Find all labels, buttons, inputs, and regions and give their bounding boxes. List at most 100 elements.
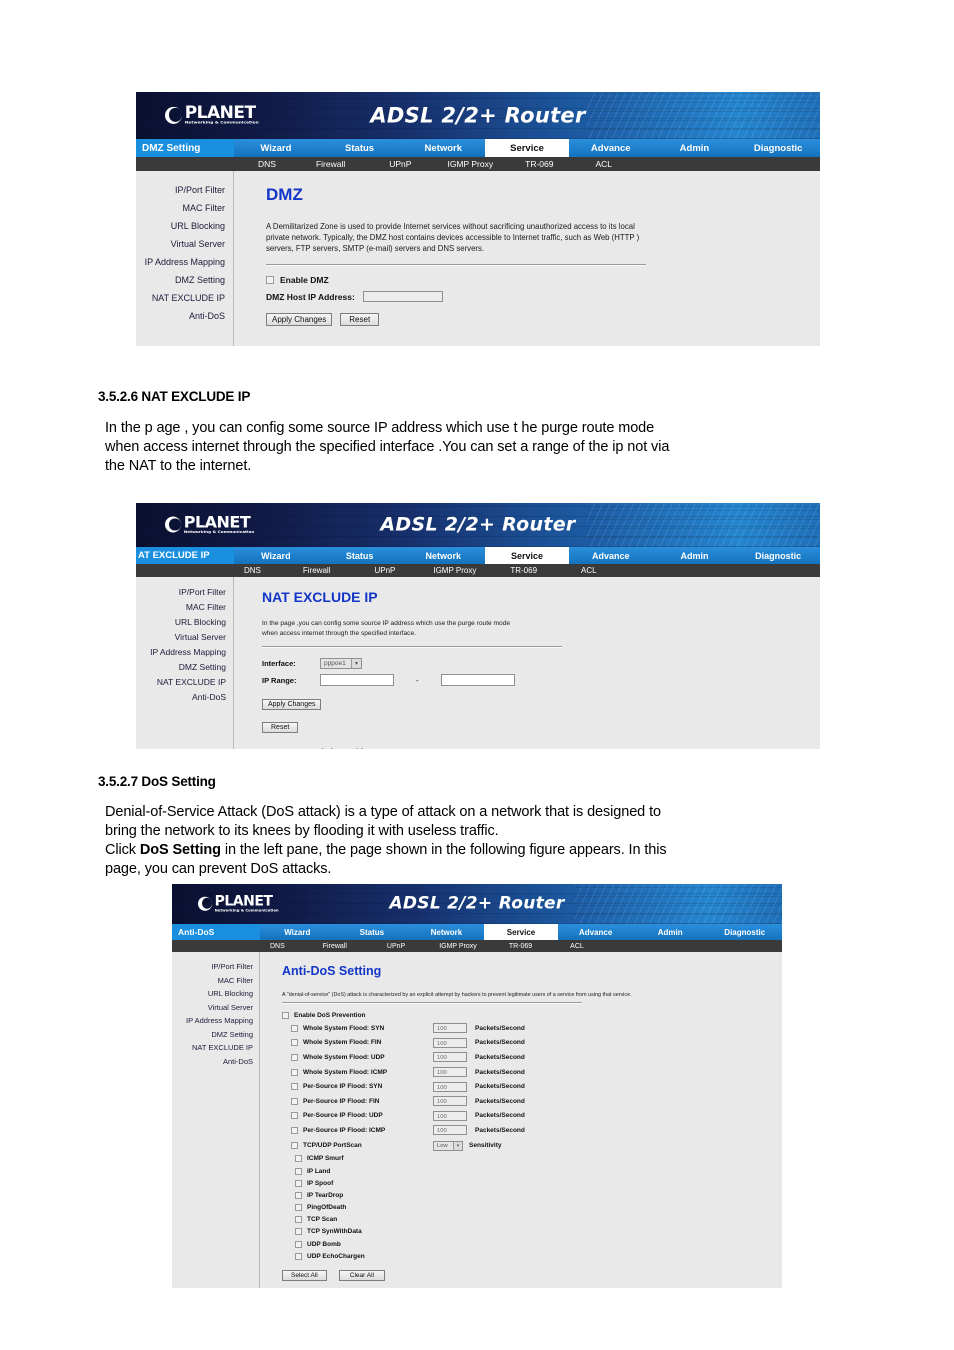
sidebar-item-virtual-server[interactable]: Virtual Server xyxy=(136,235,225,253)
subtab-igmp-proxy-nat[interactable]: IGMP Proxy xyxy=(433,566,476,575)
sidebar-item-url-blocking[interactable]: URL Blocking xyxy=(136,217,225,235)
flood-threshold-input[interactable]: 100 xyxy=(433,1110,467,1121)
dos-option-checkbox[interactable] xyxy=(295,1155,302,1163)
dmz-host-ip-input[interactable] xyxy=(362,291,443,302)
flood-checkbox[interactable] xyxy=(291,1024,298,1032)
reset-button[interactable]: Reset xyxy=(340,313,380,326)
select-all-button[interactable]: Select All xyxy=(282,1270,327,1282)
dos-option-checkbox[interactable] xyxy=(295,1240,302,1248)
tab-advance-nat[interactable]: Advance xyxy=(569,547,653,564)
tab-wizard[interactable]: Wizard xyxy=(234,139,318,157)
tab-admin-nat[interactable]: Admin xyxy=(653,547,737,564)
subtab-firewall[interactable]: Firewall xyxy=(316,159,345,169)
sidebar-item-ip-port-filter-dos[interactable]: IP/Port Filter xyxy=(172,960,253,974)
flood-threshold-input[interactable]: 100 xyxy=(433,1023,467,1034)
flood-threshold-input[interactable]: 100 xyxy=(433,1096,467,1107)
flood-checkbox[interactable] xyxy=(291,1112,298,1120)
flood-checkbox[interactable] xyxy=(291,1068,298,1076)
sidebar-item-anti-dos-nat[interactable]: Anti-DoS xyxy=(136,690,226,705)
subtab-acl[interactable]: ACL xyxy=(595,159,612,169)
sidebar-item-virtual-server-dos[interactable]: Virtual Server xyxy=(172,1001,253,1015)
subtab-upnp-dos[interactable]: UPnP xyxy=(387,943,405,950)
apply-changes-button[interactable]: Apply Changes xyxy=(266,313,333,326)
flood-threshold-input[interactable]: 100 xyxy=(433,1037,467,1048)
tab-wizard-dos[interactable]: Wizard xyxy=(260,924,335,940)
tab-service[interactable]: Service xyxy=(485,139,569,157)
dos-option-checkbox[interactable] xyxy=(295,1216,302,1224)
subtab-dns[interactable]: DNS xyxy=(258,159,276,169)
subtab-igmp-proxy-dos[interactable]: IGMP Proxy xyxy=(439,943,477,950)
tab-service-dos[interactable]: Service xyxy=(483,924,559,940)
tab-diagnostic-dos[interactable]: Diagnostic xyxy=(707,924,782,940)
sidebar-item-dmz-setting-dos[interactable]: DMZ Setting xyxy=(172,1028,253,1042)
sidebar-item-ip-port-filter-nat[interactable]: IP/Port Filter xyxy=(136,585,226,600)
sidebar-item-nat-exclude-ip[interactable]: NAT EXCLUDE IP xyxy=(136,289,225,307)
sidebar-item-mac-filter-dos[interactable]: MAC Filter xyxy=(172,974,253,988)
sidebar-item-ip-address-mapping-dos[interactable]: IP Address Mapping xyxy=(172,1014,253,1028)
sidebar-item-mac-filter[interactable]: MAC Filter xyxy=(136,199,226,217)
sidebar-item-url-blocking-nat[interactable]: URL Blocking xyxy=(136,615,226,630)
tab-status-nat[interactable]: Status xyxy=(318,547,402,564)
chevron-down-icon-sensitivity[interactable]: ▾ xyxy=(453,1141,462,1150)
tab-admin[interactable]: Admin xyxy=(653,139,737,157)
flood-checkbox[interactable] xyxy=(291,1083,298,1091)
tab-network[interactable]: Network xyxy=(401,139,485,157)
ip-range-to-input[interactable] xyxy=(440,674,515,686)
enable-dmz-checkbox[interactable] xyxy=(266,276,274,284)
subtab-firewall-dos[interactable]: Firewall xyxy=(323,943,347,950)
subtab-upnp-nat[interactable]: UPnP xyxy=(374,566,395,575)
dos-option-checkbox[interactable] xyxy=(295,1204,302,1212)
sidebar-item-ip-port-filter[interactable]: IP/Port Filter xyxy=(136,181,225,199)
apply-changes-button-nat[interactable]: Apply Changes xyxy=(262,699,322,710)
subtab-upnp[interactable]: UPnP xyxy=(389,159,411,169)
tab-service-nat[interactable]: Service xyxy=(485,547,569,564)
sidebar-item-ip-address-mapping-nat[interactable]: IP Address Mapping xyxy=(136,645,226,660)
sidebar-item-anti-dos-dos[interactable]: Anti-DoS xyxy=(172,1055,253,1069)
flood-checkbox[interactable] xyxy=(291,1053,298,1061)
subtab-dns-nat[interactable]: DNS xyxy=(244,566,261,575)
flood-checkbox[interactable] xyxy=(291,1097,298,1105)
sidebar-item-ip-address-mapping[interactable]: IP Address Mapping xyxy=(136,253,225,271)
subtab-igmp-proxy[interactable]: IGMP Proxy xyxy=(447,159,493,169)
flood-threshold-input[interactable]: 100 xyxy=(433,1081,467,1092)
tab-advance[interactable]: Advance xyxy=(569,139,653,157)
tab-network-nat[interactable]: Network xyxy=(401,547,485,564)
subtab-tr069[interactable]: TR-069 xyxy=(525,159,553,169)
enable-dos-prevention-checkbox[interactable] xyxy=(282,1012,289,1019)
tab-status[interactable]: Status xyxy=(318,139,402,157)
ip-range-from-input[interactable] xyxy=(320,674,394,686)
dos-option-checkbox[interactable] xyxy=(295,1191,302,1199)
sidebar-item-nat-exclude-ip-nat[interactable]: NAT EXCLUDE IP xyxy=(136,675,226,690)
subtab-acl-dos[interactable]: ACL xyxy=(570,943,584,950)
sidebar-item-dmz-setting-nat[interactable]: DMZ Setting xyxy=(136,660,226,675)
tab-advance-dos[interactable]: Advance xyxy=(558,924,633,940)
tab-diagnostic-nat[interactable]: Diagnostic xyxy=(736,547,820,564)
reset-button-nat[interactable]: Reset xyxy=(262,722,299,733)
tab-admin-dos[interactable]: Admin xyxy=(633,924,708,940)
flood-threshold-input[interactable]: 100 xyxy=(433,1052,467,1063)
sidebar-item-url-blocking-dos[interactable]: URL Blocking xyxy=(172,987,253,1001)
chevron-down-icon[interactable]: ▾ xyxy=(351,659,361,668)
flood-checkbox[interactable] xyxy=(291,1039,298,1047)
tab-wizard-nat[interactable]: Wizard xyxy=(234,547,318,564)
subtab-tr069-nat[interactable]: TR-069 xyxy=(510,566,537,575)
interface-select[interactable]: pppoe1 ▾ xyxy=(320,658,362,669)
tab-status-dos[interactable]: Status xyxy=(335,924,410,940)
sidebar-item-mac-filter-nat[interactable]: MAC Filter xyxy=(136,600,226,615)
flood-threshold-input[interactable]: 100 xyxy=(433,1125,467,1136)
subtab-firewall-nat[interactable]: Firewall xyxy=(303,566,331,575)
dos-option-checkbox[interactable] xyxy=(295,1228,302,1236)
sidebar-item-nat-exclude-ip-dos[interactable]: NAT EXCLUDE IP xyxy=(172,1041,253,1055)
sidebar-item-virtual-server-nat[interactable]: Virtual Server xyxy=(136,630,226,645)
sidebar-item-anti-dos[interactable]: Anti-DoS xyxy=(136,307,225,325)
subtab-dns-dos[interactable]: DNS xyxy=(270,943,285,950)
clear-all-button[interactable]: Clear All xyxy=(338,1270,385,1282)
subtab-acl-nat[interactable]: ACL xyxy=(581,566,597,575)
sidebar-item-dmz-setting[interactable]: DMZ Setting xyxy=(136,271,225,289)
tcp-udp-portscan-checkbox[interactable] xyxy=(291,1142,298,1150)
dos-option-checkbox[interactable] xyxy=(295,1179,302,1187)
dos-option-checkbox[interactable] xyxy=(295,1252,302,1260)
tab-diagnostic[interactable]: Diagnostic xyxy=(736,139,820,157)
flood-threshold-input[interactable]: 100 xyxy=(433,1067,467,1078)
flood-checkbox[interactable] xyxy=(291,1126,298,1134)
